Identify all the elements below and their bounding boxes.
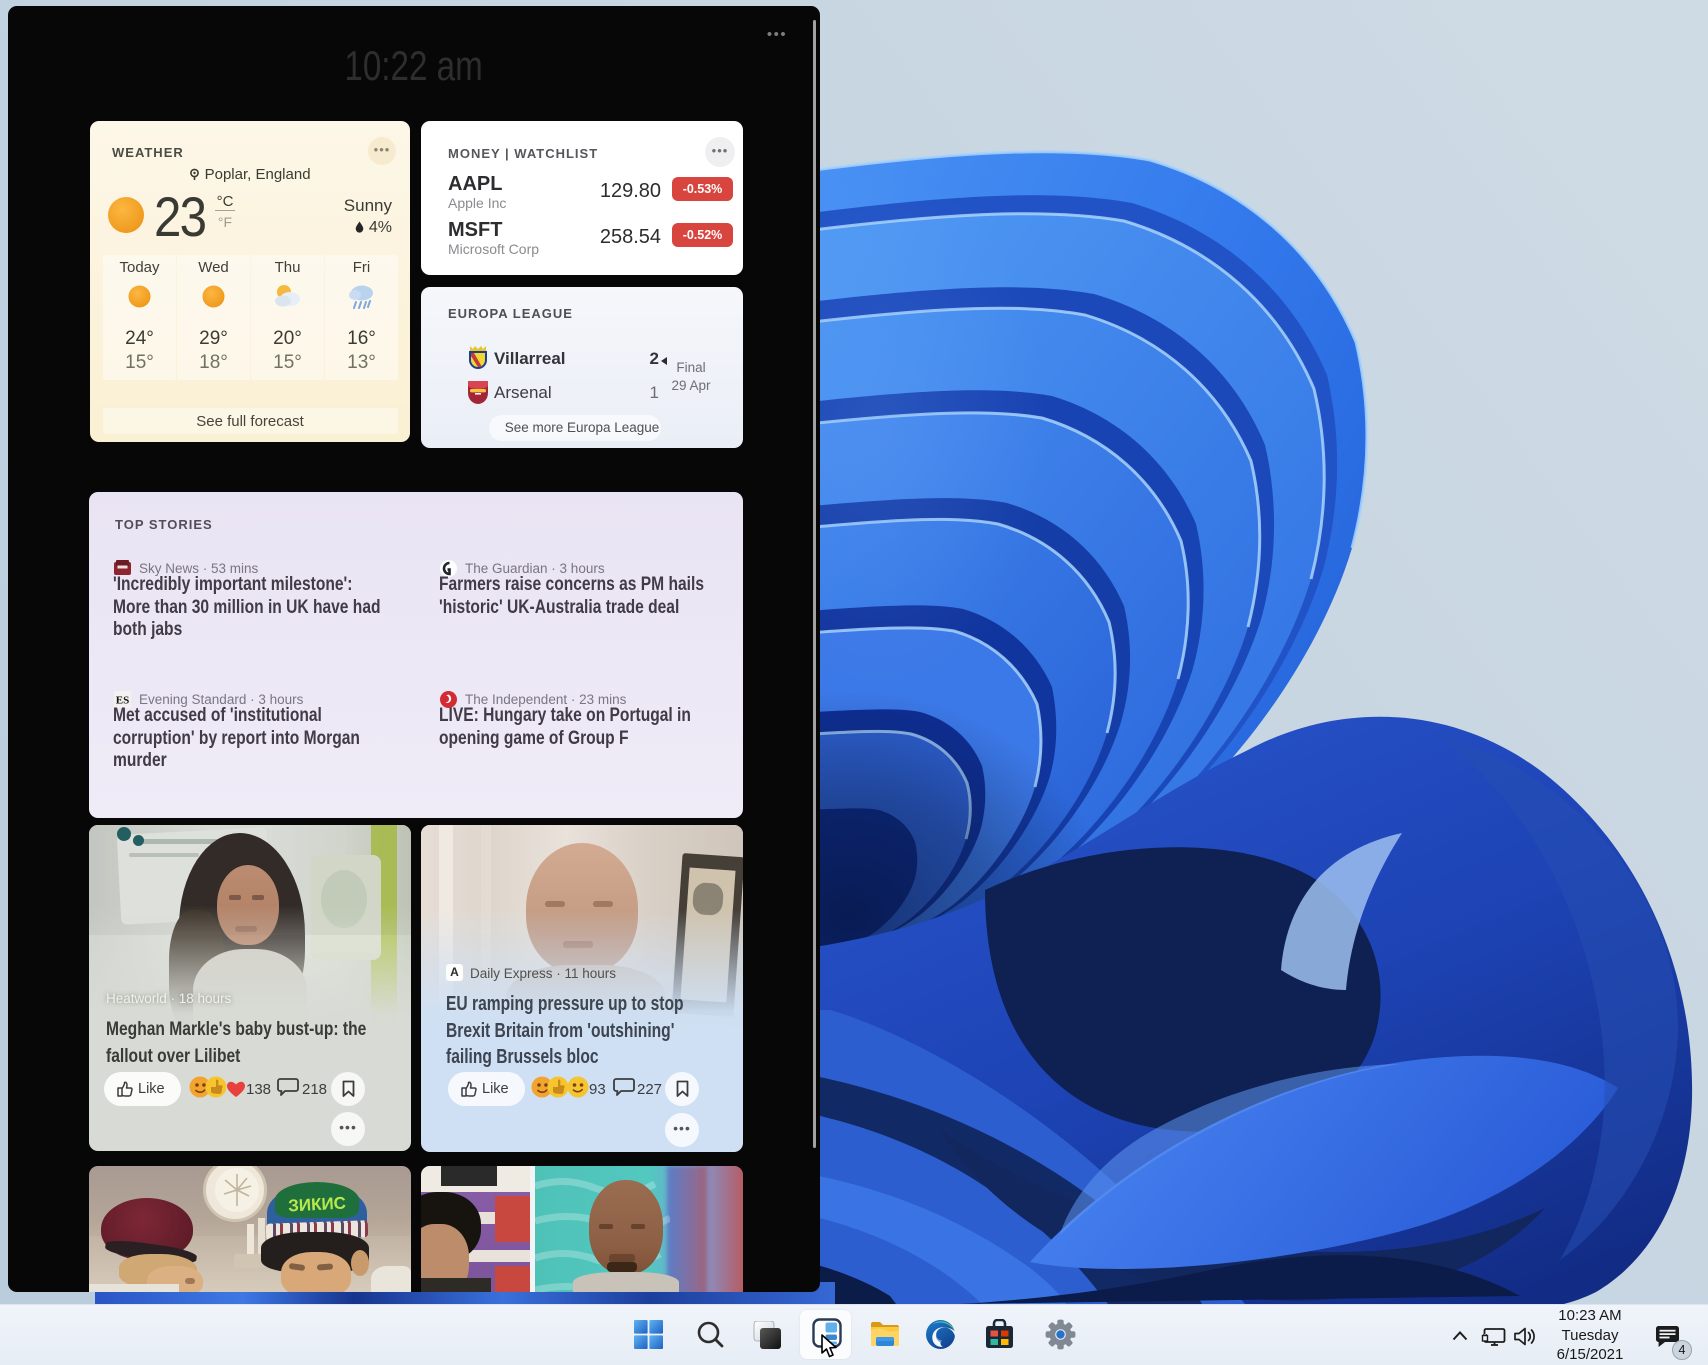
svg-text:ЗИКИС: ЗИКИС	[288, 1193, 347, 1215]
